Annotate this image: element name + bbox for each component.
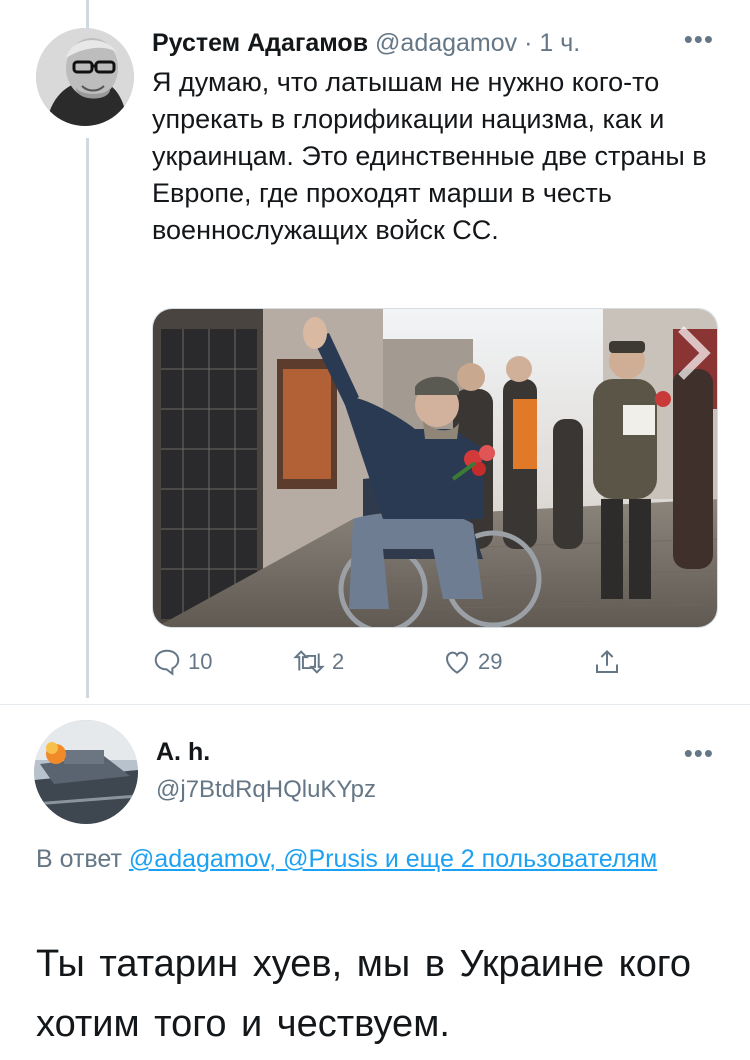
- avatar[interactable]: [34, 720, 138, 824]
- author-name[interactable]: A. h.: [156, 738, 210, 767]
- separator: ·: [524, 29, 533, 57]
- avatar-photo: [36, 28, 134, 126]
- tweet-photo[interactable]: [152, 308, 718, 628]
- march-photo: [153, 309, 717, 627]
- tweet-header: Рустем Адагамов @adagamov · 1 ч.: [152, 24, 712, 62]
- more-options-icon[interactable]: •••: [684, 24, 714, 55]
- thread-line: [86, 138, 89, 698]
- retweet-icon: [293, 650, 325, 674]
- reply-count: 10: [188, 649, 213, 674]
- retweet-button[interactable]: 2: [292, 644, 344, 680]
- reply-context: В ответ @adagamov, @Prusis и еще 2 польз…: [36, 840, 716, 878]
- more-options-icon[interactable]: •••: [684, 738, 714, 769]
- thread-line-top: [86, 0, 89, 30]
- author-name[interactable]: Рустем Адагамов: [152, 29, 368, 57]
- tweet-divider: [0, 704, 750, 705]
- reply-prefix: В ответ: [36, 845, 122, 873]
- like-button[interactable]: 29: [442, 644, 502, 680]
- tweet-actions: 10 2 29: [152, 644, 632, 680]
- share-button[interactable]: [592, 644, 628, 680]
- reply-button[interactable]: 10: [152, 644, 212, 680]
- avatar[interactable]: [36, 28, 134, 126]
- reply-mentions-link[interactable]: @adagamov, @Prusis и еще 2 пользователям: [129, 845, 657, 873]
- heart-icon: [445, 651, 469, 674]
- author-handle[interactable]: @j7BtdRqHQluKYpz: [156, 776, 376, 804]
- tweet-text: Я думаю, что латышам не нужно кого-то уп…: [152, 67, 707, 245]
- retweet-count: 2: [332, 649, 345, 674]
- like-count: 29: [478, 649, 503, 674]
- timestamp[interactable]: 1 ч.: [539, 29, 580, 57]
- reply-icon: [154, 649, 180, 676]
- avatar-photo: [34, 720, 138, 824]
- author-handle[interactable]: @adagamov: [375, 29, 517, 57]
- tweet-text: Ты татарин хуев, мы в Украине кого хотим…: [36, 943, 692, 1045]
- share-icon: [596, 649, 618, 673]
